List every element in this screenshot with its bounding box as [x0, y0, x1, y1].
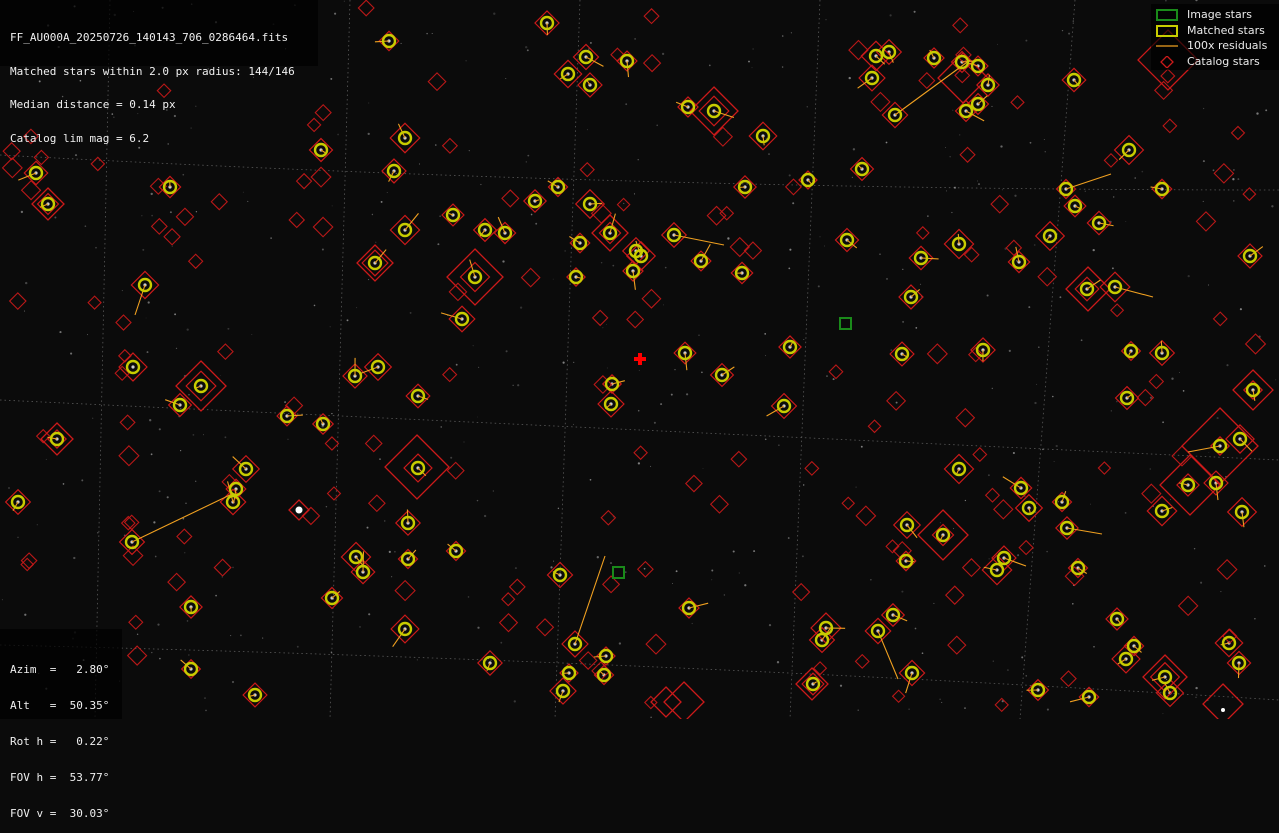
- pointing-info-panel: Azim = 2.80° Alt = 50.35° Rot h = 0.22° …: [0, 629, 122, 719]
- yellow-square-icon: [1155, 25, 1179, 37]
- azimuth-readout: Azim = 2.80°: [10, 664, 122, 678]
- median-distance-stat: Median distance = 0.14 px: [10, 99, 318, 111]
- legend: Image stars Matched stars 100x residuals…: [1151, 4, 1279, 70]
- plate-info-panel: FF_AU000A_20250726_140143_706_0286464.fi…: [0, 0, 318, 66]
- red-diamond-icon: [1155, 56, 1179, 68]
- file-name: FF_AU000A_20250726_140143_706_0286464.fi…: [10, 32, 318, 44]
- field-center-marker: [634, 353, 646, 365]
- rotation-readout: Rot h = 0.22°: [10, 736, 122, 750]
- unmatched-image-star-markers: [613, 318, 851, 578]
- matched-stars-stat: Matched stars within 2.0 px radius: 144/…: [10, 66, 318, 78]
- catalog-limit-stat: Catalog lim mag = 6.2: [10, 133, 318, 145]
- altitude-readout: Alt = 50.35°: [10, 700, 122, 714]
- fov-v-readout: FOV v = 30.03°: [10, 808, 122, 822]
- green-square-icon: [1155, 9, 1179, 21]
- fov-h-readout: FOV h = 53.77°: [10, 772, 122, 786]
- orange-line-icon: [1155, 40, 1179, 52]
